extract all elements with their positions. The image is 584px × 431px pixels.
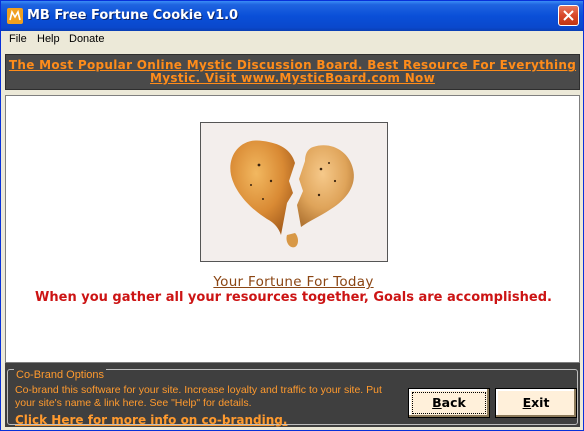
menu-file[interactable]: File — [7, 33, 29, 45]
banner-line-1: The Most Popular Online Mystic Discussio… — [8, 58, 577, 72]
banner-link[interactable]: The Most Popular Online Mystic Discussio… — [6, 55, 579, 85]
back-button-mnemonic: B — [432, 395, 442, 410]
cobrand-groupbox: Co-Brand Options Co-brand this software … — [7, 369, 578, 427]
menu-donate[interactable]: Donate — [67, 33, 106, 45]
title-bar[interactable]: MB Free Fortune Cookie v1.0 — [1, 1, 583, 31]
window-title: MB Free Fortune Cookie v1.0 — [27, 8, 239, 23]
cobrand-info-link[interactable]: Click Here for more info on co-branding. — [15, 413, 287, 427]
back-button[interactable]: Back — [408, 388, 490, 418]
app-window: MB Free Fortune Cookie v1.0 File Help Do… — [0, 0, 584, 431]
mb-app-icon — [7, 8, 23, 24]
close-button[interactable] — [558, 5, 579, 26]
banner-line-2: Mystic. Visit www.MysticBoard.com Now — [150, 71, 435, 85]
fortune-heading: Your Fortune For Today — [213, 274, 374, 290]
cobrand-panel: Co-Brand Options Co-brand this software … — [5, 363, 580, 427]
exit-button-label: xit — [531, 395, 550, 410]
fortune-message: When you gather all your resources toget… — [35, 290, 552, 305]
menu-bar: File Help Donate — [1, 31, 583, 50]
fortune-panel: Your Fortune For Today When you gather a… — [5, 95, 580, 363]
cobrand-legend: Co-Brand Options — [14, 369, 107, 381]
exit-button[interactable]: Exit — [495, 388, 577, 418]
cobrand-description: Co-brand this software for your site. In… — [15, 384, 382, 409]
back-button-label: ack — [441, 395, 466, 410]
menu-help[interactable]: Help — [35, 33, 62, 45]
exit-button-mnemonic: E — [522, 395, 532, 410]
mystic-board-banner: The Most Popular Online Mystic Discussio… — [5, 54, 580, 90]
broken-fortune-cookie-image — [200, 122, 388, 262]
close-icon — [563, 10, 574, 21]
